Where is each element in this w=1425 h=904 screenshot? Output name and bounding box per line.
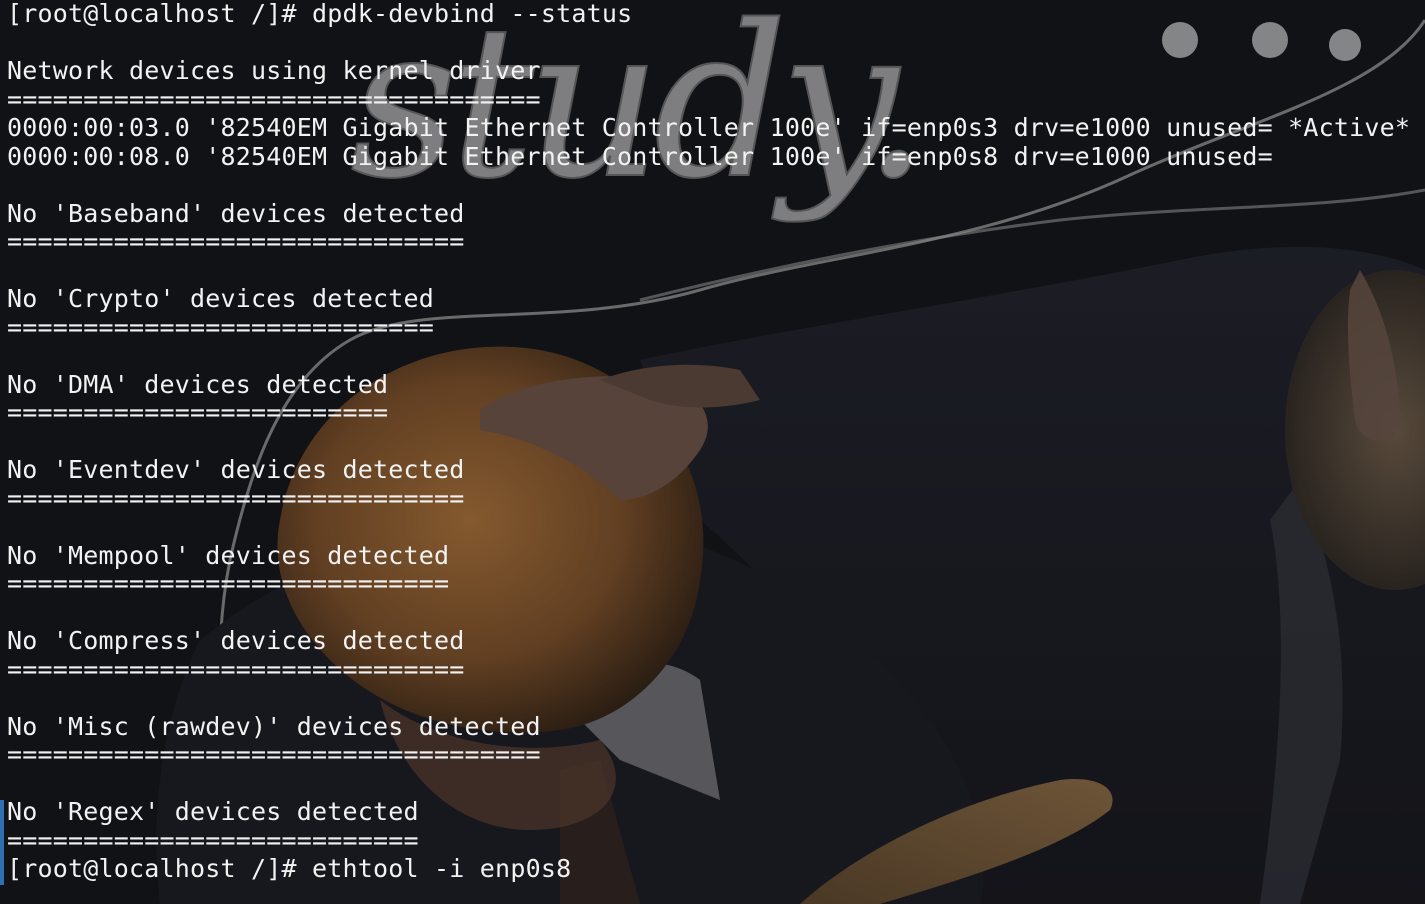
section-heading: No 'Compress' devices detected bbox=[7, 626, 465, 655]
section-rule: =========================== bbox=[7, 825, 419, 855]
terminal-output[interactable]: [root@localhost /]# dpdk-devbind --statu… bbox=[7, 0, 1410, 884]
section-rule: ============================== bbox=[7, 483, 465, 513]
command-text: ethtool -i enp0s8 bbox=[312, 854, 572, 883]
shell-prompt: [root@localhost /]# bbox=[7, 0, 297, 28]
section-rule: ============================== bbox=[7, 654, 465, 684]
shell-prompt: [root@localhost /]# bbox=[7, 854, 297, 883]
command-line: [root@localhost /]# dpdk-devbind --statu… bbox=[7, 0, 1410, 29]
terminal-window[interactable]: study. [root@localhost /]# dpdk-devbind … bbox=[0, 0, 1425, 904]
section-heading: No 'Mempool' devices detected bbox=[7, 540, 450, 570]
section-heading: No 'Misc (rawdev)' devices detected bbox=[7, 711, 541, 741]
section-rule: ============================== bbox=[7, 227, 465, 256]
device-entry: 0000:00:03.0 '82540EM Gigabit Ethernet C… bbox=[7, 113, 1411, 142]
section-rule: ============================= bbox=[7, 569, 450, 598]
section-heading: No 'Regex' devices detected bbox=[7, 797, 419, 826]
section-rule: =================================== bbox=[7, 84, 541, 114]
prompt-separator bbox=[297, 0, 312, 28]
section-rule: =================================== bbox=[7, 740, 541, 769]
section-rule: ============================ bbox=[7, 312, 435, 342]
section-heading: Network devices using kernel driver bbox=[7, 56, 541, 85]
section-heading: No 'Baseband' devices detected bbox=[7, 198, 465, 228]
device-entry: 0000:00:08.0 '82540EM Gigabit Ethernet C… bbox=[7, 141, 1273, 171]
section-heading: No 'DMA' devices detected bbox=[7, 369, 389, 399]
section-heading: No 'Eventdev' devices detected bbox=[7, 455, 465, 484]
section-heading: No 'Crypto' devices detected bbox=[7, 284, 435, 313]
section-rule: ========================= bbox=[7, 398, 389, 427]
line-marker bbox=[0, 800, 4, 885]
command-line: [root@localhost /]# ethtool -i enp0s8 bbox=[7, 854, 1410, 884]
command-text: dpdk-devbind --status bbox=[312, 0, 633, 28]
prompt-separator bbox=[297, 854, 312, 883]
